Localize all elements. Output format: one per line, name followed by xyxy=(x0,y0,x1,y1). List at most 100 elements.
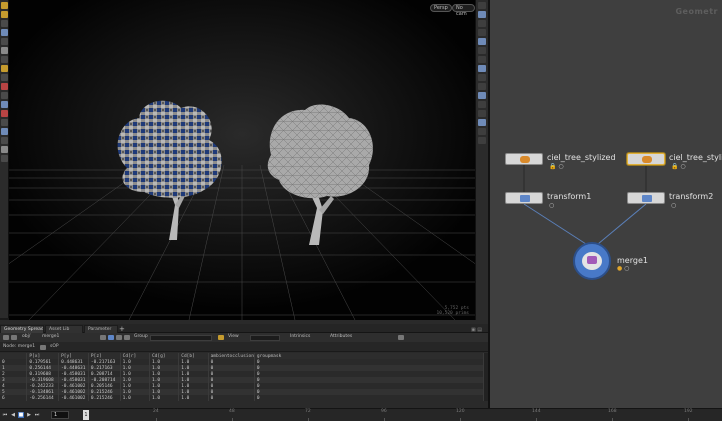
current-frame-field[interactable]: 1 xyxy=(51,411,69,419)
table-cell: 0 xyxy=(208,395,255,401)
link-icon[interactable] xyxy=(478,128,486,135)
stop-icon[interactable]: ■ xyxy=(18,412,24,418)
table-cell: 1.0 xyxy=(178,395,209,401)
transform2-node[interactable] xyxy=(627,192,665,204)
points-icon[interactable] xyxy=(478,47,486,54)
flag-tool-icon[interactable] xyxy=(1,110,8,117)
left-tool-strip xyxy=(0,0,9,318)
node-name[interactable]: merge1 xyxy=(42,334,59,339)
bypass-icon[interactable]: ○ xyxy=(624,265,629,272)
bypass-icon[interactable]: ○ xyxy=(680,163,685,170)
display-icon[interactable] xyxy=(478,11,486,18)
rotate-tool-icon[interactable] xyxy=(1,20,8,27)
measure-tool-icon[interactable] xyxy=(1,83,8,90)
attributes-toggle[interactable]: Attributes xyxy=(330,334,352,339)
column-header[interactable]: ambientocclusion xyxy=(208,353,255,359)
tab-asset-lib[interactable]: Asset Lib xyxy=(45,325,83,333)
vertices-mode-icon[interactable] xyxy=(108,335,114,340)
camera-tool-icon[interactable] xyxy=(1,101,8,108)
persp-button[interactable]: Persp xyxy=(430,4,452,12)
bypass-icon[interactable]: ○ xyxy=(671,202,676,209)
snap-tool-icon[interactable] xyxy=(1,65,8,72)
group-field[interactable] xyxy=(150,335,212,341)
table-cell: 0.215246 xyxy=(88,395,121,401)
view-tool-icon[interactable] xyxy=(1,92,8,99)
transform1-node[interactable] xyxy=(505,192,543,204)
first-frame-icon[interactable]: ⏮ xyxy=(2,412,8,418)
light-icon[interactable] xyxy=(478,83,486,90)
lasso-tool-icon[interactable] xyxy=(1,155,8,162)
play-reverse-icon[interactable]: ◀ xyxy=(10,412,16,418)
scale-tool-icon[interactable] xyxy=(1,29,8,36)
table-row[interactable]: 6 -0.256144 -0.461002 0.215246 1.0 1.0 1.0 0 0 xyxy=(0,395,485,401)
merge1-node[interactable] xyxy=(573,242,611,280)
tab-parameter[interactable]: Parameter xyxy=(84,325,118,333)
home-view-icon[interactable] xyxy=(478,2,486,9)
warning-icon[interactable]: ● xyxy=(617,265,622,272)
sticky-tool-icon[interactable] xyxy=(1,119,8,126)
camera-button[interactable]: No cam xyxy=(452,4,475,17)
last-frame-icon[interactable]: ⏭ xyxy=(34,412,40,418)
brush-tool-icon[interactable] xyxy=(1,56,8,63)
pivot-tool-icon[interactable] xyxy=(1,146,8,153)
detail-mode-icon[interactable] xyxy=(124,335,130,340)
shaded-icon[interactable] xyxy=(478,38,486,45)
tree-asset-icon xyxy=(520,156,530,163)
bypass-icon[interactable]: ○ xyxy=(558,163,563,170)
node-path[interactable]: obj/ xyxy=(22,334,30,339)
ruler-label: 72 xyxy=(305,409,311,414)
bg-icon[interactable] xyxy=(478,65,486,72)
node-label: Node: merge1 xyxy=(3,344,36,349)
handle-tool-icon[interactable] xyxy=(1,38,8,45)
back-icon[interactable] xyxy=(3,335,9,340)
points-icon[interactable] xyxy=(40,345,46,350)
ruler-label: 48 xyxy=(229,409,235,414)
display-options-strip xyxy=(475,0,488,320)
merge1-flags: ● ○ xyxy=(617,265,629,272)
tab-geometry-spreadsheet[interactable]: Geometry Spreadsheet xyxy=(0,325,44,333)
normals-icon[interactable] xyxy=(478,56,486,63)
tree-node-2-flags: 🔒 ○ xyxy=(671,163,686,170)
filter-text[interactable]: sOP xyxy=(50,344,59,349)
frame-cursor[interactable]: 1 xyxy=(83,410,89,420)
lock-icon[interactable]: 🔒 xyxy=(671,163,678,170)
table-cell: -0.134861 xyxy=(26,389,60,395)
grid-icon[interactable] xyxy=(478,110,486,117)
tree-node-1[interactable] xyxy=(505,153,543,165)
visualize-icon[interactable] xyxy=(478,119,486,126)
view-field[interactable] xyxy=(250,335,280,341)
bypass-icon[interactable]: ○ xyxy=(549,202,554,209)
primitives-mode-icon[interactable] xyxy=(116,335,122,340)
table-scrollbar[interactable] xyxy=(484,353,488,401)
filter-icon[interactable] xyxy=(218,335,224,340)
pose-tool-icon[interactable] xyxy=(1,47,8,54)
tree-node-2[interactable] xyxy=(627,153,665,165)
intrinsics-toggle[interactable]: Intrinsics xyxy=(290,334,310,339)
view-label[interactable]: View xyxy=(228,334,239,339)
lock-icon[interactable] xyxy=(478,20,486,27)
lock-icon[interactable]: 🔒 xyxy=(549,163,556,170)
paint-tool-icon[interactable] xyxy=(1,137,8,144)
transform-tool-icon[interactable] xyxy=(1,11,8,18)
forward-icon[interactable] xyxy=(11,335,17,340)
wireframe-icon[interactable] xyxy=(478,29,486,36)
play-icon[interactable]: ▶ xyxy=(26,412,32,418)
transform2-label: transform2 xyxy=(669,192,714,201)
cog-icon[interactable] xyxy=(478,137,486,144)
timeline-ruler[interactable]: 24 48 72 96 120 144 168 192 xyxy=(80,409,722,421)
camera-icon[interactable] xyxy=(478,92,486,99)
table-cell: -0.461002 xyxy=(58,383,89,389)
ruler-label: 24 xyxy=(153,409,159,414)
snapshot-icon[interactable] xyxy=(478,101,486,108)
select-tool-icon[interactable] xyxy=(1,2,8,9)
search-icon[interactable] xyxy=(398,335,404,340)
scene-viewport[interactable]: Persp No cam 5,752 pts 10,520 prims xyxy=(9,0,475,320)
light-tool-icon[interactable] xyxy=(1,128,8,135)
table-cell: -0.461002 xyxy=(58,395,89,401)
grid-tool-icon[interactable] xyxy=(1,74,8,81)
network-editor[interactable]: Geometr ciel_tree_stylized 🔒 ○ ciel_tree… xyxy=(490,0,722,421)
ghost-icon[interactable] xyxy=(478,74,486,81)
points-mode-icon[interactable] xyxy=(100,335,106,340)
table-cell: -0.319608 xyxy=(26,377,60,383)
add-tab-icon[interactable]: + xyxy=(119,325,125,333)
